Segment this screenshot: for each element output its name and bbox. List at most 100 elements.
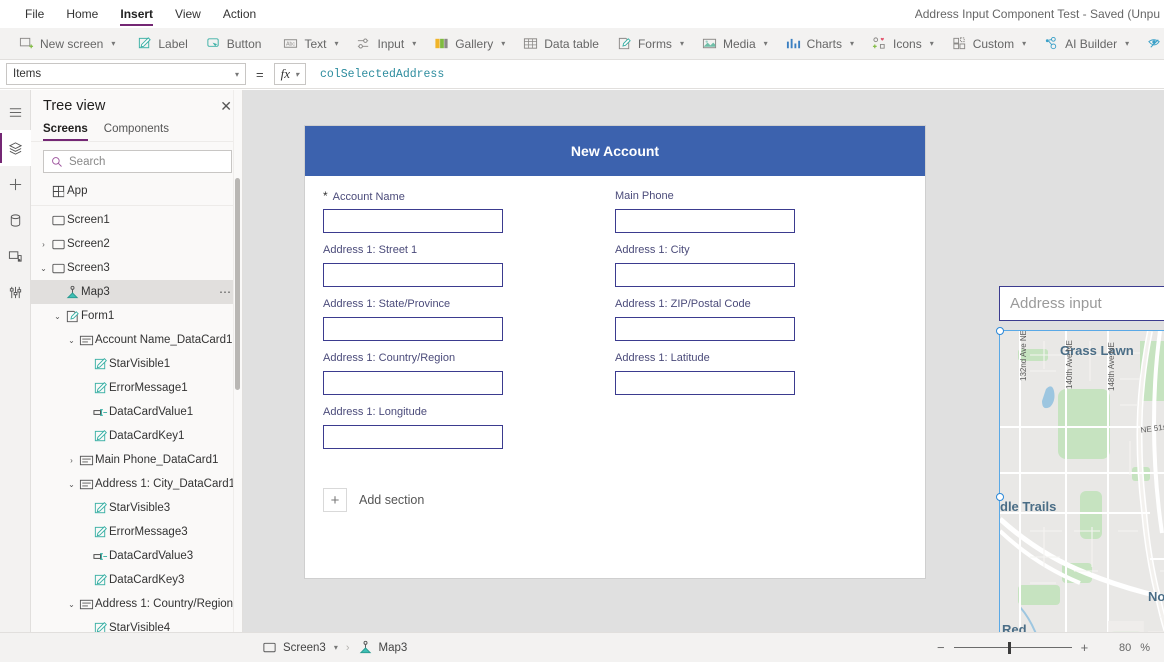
tree-item-account-name-datacard1[interactable]: ⌄Account Name_DataCard1: [31, 328, 242, 352]
search-input[interactable]: Search: [43, 150, 232, 173]
fx-button[interactable]: fx ▾: [274, 63, 306, 85]
tree-tab-components[interactable]: Components: [104, 120, 169, 141]
tree-item-datacardvalue3[interactable]: DataCardValue3: [31, 544, 242, 568]
form-input-address-1-state-province[interactable]: [323, 317, 503, 341]
more-options-icon[interactable]: ⋯: [219, 285, 232, 299]
tree-item-screen1[interactable]: Screen1: [31, 208, 242, 232]
map-canvas[interactable]: Grass LawnCamptonAdelaidle TrailsIdylwoo…: [1000, 331, 1164, 632]
form-input-address-1-longitude[interactable]: [323, 425, 503, 449]
tree-item-form1[interactable]: ⌄Form1: [31, 304, 242, 328]
formula-input[interactable]: colSelectedAddress: [312, 63, 1158, 85]
tree-item-main-phone-datacard1[interactable]: ›Main Phone_DataCard1: [31, 448, 242, 472]
expand-chevron-icon[interactable]: ›: [65, 456, 78, 465]
ribbon-item-label: Icons: [893, 37, 922, 51]
form-input-address-1-street-1[interactable]: [323, 263, 503, 287]
add-section-button[interactable]: + Add section: [323, 488, 907, 522]
ribbon-item-media[interactable]: Media▾: [693, 28, 777, 60]
tree-item-address-1-country-region-datacard[interactable]: ⌄Address 1: Country/Region_DataCard: [31, 592, 242, 616]
tree-item-address-1-city-datacard1[interactable]: ⌄ Address 1: City_DataCard1: [31, 472, 242, 496]
menu-item-file[interactable]: File: [14, 0, 55, 28]
expand-chevron-icon[interactable]: ⌄: [65, 600, 78, 609]
ribbon-item-charts[interactable]: Charts▾: [777, 28, 863, 60]
resize-handle-middle-left[interactable]: [996, 493, 1004, 501]
expand-chevron-icon[interactable]: ›: [37, 240, 50, 249]
label-control-icon: [93, 357, 108, 372]
tree-item-map3[interactable]: Map3⋯: [31, 280, 242, 304]
ribbon-item-mixed-reality[interactable]: Mixed Reality▾: [1138, 28, 1164, 60]
form-input-account-name[interactable]: [323, 209, 503, 233]
ribbon-item-button[interactable]: Button: [197, 28, 271, 60]
ribbon-item-new-screen[interactable]: New screen▾: [10, 28, 124, 60]
datacard-icon: [79, 453, 94, 468]
plus-icon[interactable]: +: [1081, 640, 1089, 655]
breadcrumb: Screen3▾›Map3: [254, 640, 415, 655]
rail-tree-view-icon[interactable]: [0, 130, 31, 166]
menu-item-view[interactable]: View: [164, 0, 212, 28]
rail-media-library-icon[interactable]: [0, 238, 31, 274]
breadcrumb-item-map3[interactable]: Map3: [350, 640, 416, 655]
ribbon-item-label[interactable]: Label: [128, 28, 196, 60]
form-header: New Account: [305, 126, 925, 176]
zoom-slider[interactable]: [954, 642, 1072, 654]
rail-data-icon[interactable]: [0, 202, 31, 238]
menu-item-action[interactable]: Action: [212, 0, 267, 28]
app-title: Address Input Component Test - Saved (Un…: [915, 0, 1164, 28]
map-control[interactable]: Grass LawnCamptonAdelaidle TrailsIdylwoo…: [1000, 331, 1164, 632]
tree-item-errormessage3[interactable]: ErrorMessage3: [31, 520, 242, 544]
expand-chevron-icon[interactable]: ⌄: [51, 312, 64, 321]
rail-hamburger-menu-icon[interactable]: [0, 94, 31, 130]
tree-item-datacardkey1[interactable]: DataCardKey1: [31, 424, 242, 448]
ai-builder-icon: [1044, 36, 1059, 51]
expand-chevron-icon[interactable]: ⌄: [65, 480, 78, 489]
menu-item-home[interactable]: Home: [55, 0, 109, 28]
minus-icon[interactable]: −: [937, 640, 945, 655]
app-icon: [51, 184, 66, 199]
ribbon-item-custom[interactable]: Custom▾: [943, 28, 1035, 60]
expand-chevron-icon[interactable]: ⌄: [65, 336, 78, 345]
tree-item-app[interactable]: App: [31, 179, 242, 203]
tree-item-starvisible3[interactable]: StarVisible3: [31, 496, 242, 520]
zoom-slider-thumb[interactable]: [1008, 642, 1011, 654]
chevron-down-icon[interactable]: ▾: [334, 643, 338, 652]
form-input-address-1-zip-postal-code[interactable]: [615, 317, 795, 341]
expand-chevron-icon[interactable]: ⌄: [37, 264, 50, 273]
tree-item-datacardvalue1[interactable]: DataCardValue1: [31, 400, 242, 424]
breadcrumb-item-screen3[interactable]: Screen3▾: [254, 640, 346, 655]
address-input[interactable]: Address input: [999, 286, 1164, 321]
ribbon-item-data-table[interactable]: Data table: [514, 28, 608, 60]
ribbon-item-gallery[interactable]: Gallery▾: [425, 28, 514, 60]
ribbon-item-input[interactable]: Input▾: [347, 28, 425, 60]
tree-item-starvisible1[interactable]: StarVisible1: [31, 352, 242, 376]
ribbon-item-text[interactable]: AbcText▾: [274, 28, 347, 60]
ribbon-item-label: Text: [304, 37, 326, 51]
address-input-placeholder: Address input: [1010, 295, 1102, 312]
ribbon-item-icons[interactable]: Icons▾: [863, 28, 943, 60]
tree-item-starvisible4[interactable]: StarVisible4: [31, 616, 242, 632]
map-place-label: Northeast Bellevue: [1148, 589, 1164, 604]
form-field-label-address-1-latitude: Address 1: Latitude: [615, 352, 907, 366]
tree-item-screen3[interactable]: ⌄Screen3: [31, 256, 242, 280]
tree-item-datacardkey3[interactable]: DataCardKey3: [31, 568, 242, 592]
tree-item-screen2[interactable]: ›Screen2: [31, 232, 242, 256]
form-input-address-1-city[interactable]: [615, 263, 795, 287]
rail-advanced-tools-icon[interactable]: [0, 274, 31, 310]
menu-bar: FileHomeInsertViewAction Address Input C…: [0, 0, 1164, 28]
ribbon-item-ai-builder[interactable]: AI Builder▾: [1035, 28, 1138, 60]
ribbon-item-forms[interactable]: Forms▾: [608, 28, 693, 60]
resize-handle-top-left[interactable]: [996, 327, 1004, 335]
data-table-icon: [523, 36, 538, 51]
property-selector[interactable]: Items ▾: [6, 63, 246, 85]
tree-scrollbar-thumb[interactable]: [235, 178, 240, 390]
tree-tab-screens[interactable]: Screens: [43, 120, 88, 141]
menu-item-insert[interactable]: Insert: [109, 0, 164, 28]
tree-item-label: Address 1: City_DataCard1: [95, 478, 234, 490]
tree-item-errormessage1[interactable]: ErrorMessage1: [31, 376, 242, 400]
ribbon-item-label: Gallery: [455, 37, 493, 51]
form-input-address-1-country-region[interactable]: [323, 371, 503, 395]
form-input-main-phone[interactable]: [615, 209, 795, 233]
form-input-address-1-latitude[interactable]: [615, 371, 795, 395]
tree-item-list: App Screen1›Screen2⌄Screen3Map3⋯⌄Form1⌄Ac…: [31, 179, 242, 632]
rail-insert-icon[interactable]: [0, 166, 31, 202]
close-icon[interactable]: ✕: [220, 99, 232, 113]
ribbon-item-label: Button: [227, 37, 262, 51]
